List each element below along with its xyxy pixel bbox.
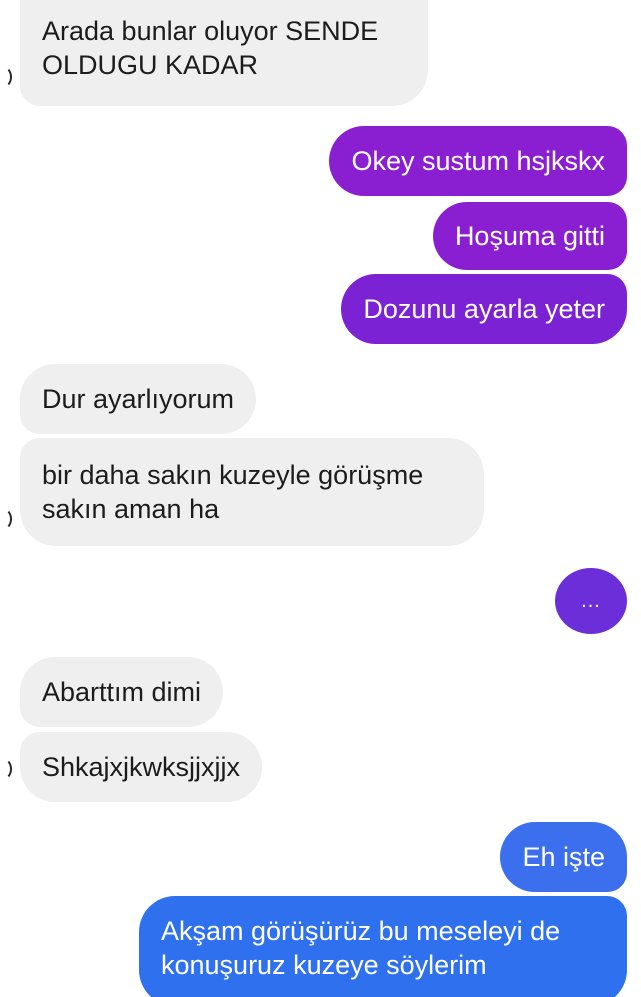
message-text: Dur ayarlıyorum [42, 384, 235, 414]
message-incoming[interactable]: Arada bunlar oluyor SENDE OLDUGU KADAR [20, 0, 428, 106]
avatar-icon [0, 66, 12, 88]
message-incoming[interactable]: Abarttım dimi [20, 657, 224, 727]
message-outgoing[interactable]: Dozunu ayarla yeter [341, 274, 627, 344]
chat-thread: Arada bunlar oluyor SENDE OLDUGU KADAR O… [0, 0, 641, 997]
message-text: Akşam görüşürüz bu meseleyi de konuşuruz… [161, 916, 561, 980]
message-text: bir daha sakın kuzeyle görüşme sakın ama… [42, 460, 424, 524]
message-text: Hoşuma gitti [454, 221, 605, 251]
message-text: Shkajxjkwksjjxjjx [42, 752, 241, 782]
message-text: Abarttım dimi [42, 677, 202, 707]
typing-bubble[interactable]: ... [555, 568, 627, 634]
avatar-icon [0, 508, 12, 530]
message-text: Arada bunlar oluyor SENDE OLDUGU KADAR [42, 16, 379, 80]
message-incoming[interactable]: Shkajxjkwksjjxjjx [20, 732, 263, 802]
message-text: Eh işte [522, 842, 605, 872]
message-outgoing[interactable]: Akşam görüşürüz bu meseleyi de konuşuruz… [139, 896, 627, 997]
message-outgoing[interactable]: Hoşuma gitti [432, 202, 627, 270]
message-incoming[interactable]: bir daha sakın kuzeyle görüşme sakın ama… [20, 438, 484, 546]
avatar-icon [0, 758, 12, 780]
message-text: Dozunu ayarla yeter [363, 294, 605, 324]
message-incoming[interactable]: Dur ayarlıyorum [20, 364, 257, 434]
message-outgoing[interactable]: Eh işte [500, 822, 627, 892]
message-outgoing[interactable]: Okey sustum hsjkskx [329, 126, 627, 196]
message-text: Okey sustum hsjkskx [351, 146, 605, 176]
typing-dots: ... [581, 589, 601, 612]
